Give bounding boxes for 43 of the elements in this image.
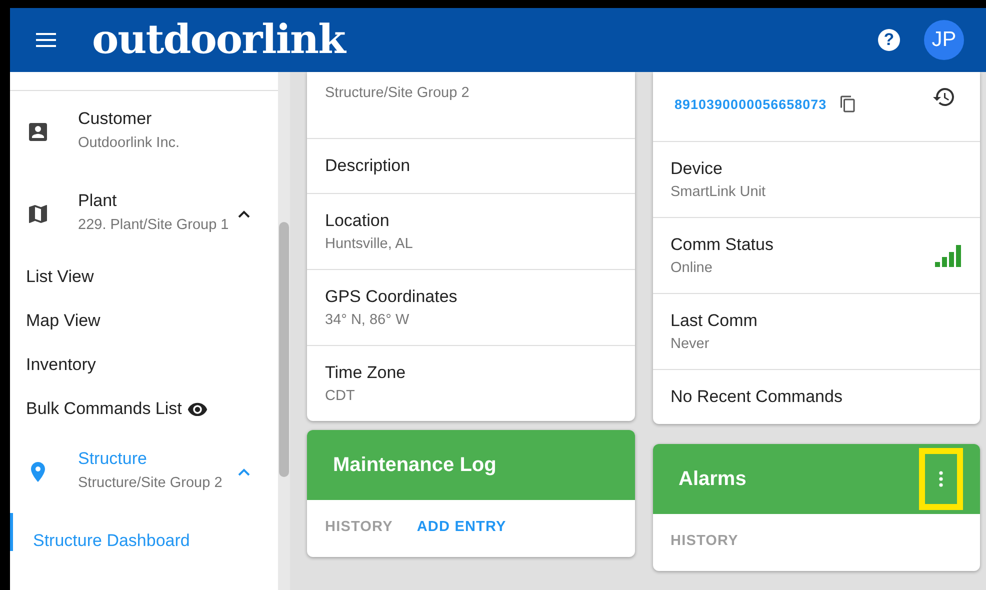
menu-icon[interactable] bbox=[36, 33, 56, 47]
chevron-up-icon[interactable] bbox=[238, 210, 250, 218]
field-value: Online bbox=[670, 260, 714, 276]
sidebar-link[interactable]: Bulk Commands List bbox=[10, 387, 224, 431]
logo: outdoorlink bbox=[92, 20, 345, 60]
entity-value: 229. Plant/Site Group 1 bbox=[78, 216, 230, 236]
sidebar-entity[interactable]: Structure Structure/Site Group 2 bbox=[10, 431, 278, 513]
field-value: Structure/Site Group 2 bbox=[325, 85, 470, 101]
field-label: Last Comm bbox=[670, 311, 758, 331]
field-label: Comm Status bbox=[670, 235, 774, 255]
more-vertical-icon bbox=[939, 471, 943, 487]
map-icon bbox=[26, 202, 50, 226]
field-value: CDT bbox=[325, 388, 356, 404]
sidebar-entity[interactable]: Plant 229. Plant/Site Group 1 bbox=[10, 173, 278, 255]
field-value: 34° N, 86° W bbox=[325, 312, 410, 328]
scrollbar-thumb[interactable] bbox=[279, 222, 289, 477]
eye-icon bbox=[186, 402, 208, 416]
field-label: Device bbox=[670, 159, 724, 179]
field-label: GPS Coordinates bbox=[325, 287, 458, 307]
field-value: SmartLink Unit bbox=[670, 184, 766, 200]
entity-label: Structure bbox=[78, 449, 148, 470]
entity-value: Structure/Site Group 2 bbox=[78, 474, 224, 494]
card-title: Maintenance Log bbox=[333, 454, 496, 476]
card-title: Alarms bbox=[678, 468, 746, 490]
sidebar-link[interactable]: Map View bbox=[10, 299, 116, 343]
field-label: Time Zone bbox=[325, 363, 407, 383]
field-label: Description bbox=[325, 156, 412, 176]
sidebar-entity[interactable]: Customer Outdoorlink Inc. bbox=[10, 91, 278, 173]
entity-label: Plant bbox=[78, 191, 118, 212]
field-label: Location bbox=[325, 211, 390, 231]
sidebar-link[interactable]: Inventory bbox=[10, 343, 112, 387]
sidebar-link[interactable]: List View bbox=[10, 255, 110, 299]
signal-icon bbox=[934, 244, 962, 268]
user-avatar[interactable]: JP bbox=[924, 20, 964, 60]
help-button[interactable]: ? bbox=[878, 29, 900, 51]
entity-value: Outdoorlink Inc. bbox=[78, 134, 181, 154]
field-value: Huntsville, AL bbox=[325, 236, 414, 252]
history-icon[interactable] bbox=[932, 85, 956, 109]
person-icon bbox=[26, 120, 50, 144]
entity-label: Customer bbox=[78, 109, 153, 130]
field-value: Never bbox=[670, 336, 710, 352]
field-label: No Recent Commands bbox=[670, 387, 842, 407]
copy-icon[interactable] bbox=[838, 95, 857, 113]
